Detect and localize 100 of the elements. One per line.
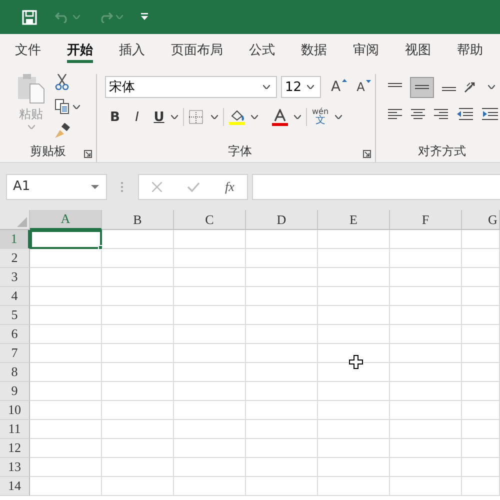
italic-button[interactable]: I xyxy=(127,110,147,124)
row-header[interactable]: 6 xyxy=(0,325,30,344)
column-header[interactable]: E xyxy=(318,210,390,230)
grid-cell[interactable] xyxy=(174,439,246,458)
grid-cell[interactable] xyxy=(246,230,318,249)
customize-icon[interactable] xyxy=(141,13,148,21)
fill-color-icon[interactable] xyxy=(229,109,245,125)
grid-cell[interactable] xyxy=(318,230,390,249)
grid-cell[interactable] xyxy=(174,249,246,268)
grid-cell[interactable] xyxy=(30,458,102,477)
grid-cell[interactable] xyxy=(462,287,500,306)
grid-cell[interactable] xyxy=(174,268,246,287)
grid-cell[interactable] xyxy=(462,401,500,420)
grid-cell[interactable] xyxy=(462,439,500,458)
name-box[interactable]: A1 xyxy=(6,174,107,200)
grid-cell[interactable] xyxy=(30,268,102,287)
grid-cell[interactable] xyxy=(462,363,500,382)
grid-cell[interactable] xyxy=(102,249,174,268)
grid-cell[interactable] xyxy=(246,268,318,287)
align-left-icon[interactable] xyxy=(388,108,402,120)
middle-align-button[interactable] xyxy=(410,76,434,98)
cancel-icon[interactable] xyxy=(152,182,162,192)
row-header[interactable]: 9 xyxy=(0,382,30,401)
grid-cell[interactable] xyxy=(390,287,462,306)
grid-cell[interactable] xyxy=(102,230,174,249)
grid-cell[interactable] xyxy=(246,287,318,306)
grid-cell[interactable] xyxy=(318,306,390,325)
grid-cell[interactable] xyxy=(246,439,318,458)
grid-cell[interactable] xyxy=(174,477,246,496)
ribbon-tab[interactable]: 数据 xyxy=(301,34,339,66)
row-header[interactable]: 12 xyxy=(0,439,30,458)
grid-cell[interactable] xyxy=(102,420,174,439)
grid-cell[interactable] xyxy=(30,344,102,363)
grid-cell[interactable] xyxy=(246,458,318,477)
grid-cell[interactable] xyxy=(390,439,462,458)
align-right-icon[interactable] xyxy=(434,108,448,120)
grid-cell[interactable] xyxy=(462,420,500,439)
column-header[interactable]: B xyxy=(102,210,174,230)
row-header[interactable]: 4 xyxy=(0,287,30,306)
column-header[interactable]: F xyxy=(390,210,462,230)
grid-cell[interactable] xyxy=(246,477,318,496)
borders-icon[interactable] xyxy=(189,110,203,124)
ribbon-tab[interactable]: 开始 xyxy=(67,34,105,66)
ribbon-tab[interactable]: 审阅 xyxy=(353,34,391,66)
grid-cell[interactable] xyxy=(30,249,102,268)
font-name-dropdown[interactable]: 宋体 xyxy=(105,76,277,98)
column-header[interactable]: D xyxy=(246,210,318,230)
grid-cell[interactable] xyxy=(174,306,246,325)
dialog-launcher-icon[interactable] xyxy=(84,150,92,158)
grid-cell[interactable] xyxy=(390,249,462,268)
grid-cell[interactable] xyxy=(390,344,462,363)
row-header[interactable]: 14 xyxy=(0,477,30,496)
grid-cell[interactable] xyxy=(462,458,500,477)
grid-cell[interactable] xyxy=(318,268,390,287)
grid-cell[interactable] xyxy=(246,401,318,420)
ribbon-tab[interactable]: 帮助 xyxy=(457,34,495,66)
format-painter-icon[interactable] xyxy=(55,123,70,138)
grid-cell[interactable] xyxy=(102,287,174,306)
grid-cell[interactable] xyxy=(318,382,390,401)
decrease-indent-icon[interactable] xyxy=(457,108,473,120)
row-header[interactable]: 8 xyxy=(0,363,30,382)
grid-cell[interactable] xyxy=(30,439,102,458)
font-color-icon[interactable] xyxy=(272,108,288,126)
grid-cell[interactable] xyxy=(102,382,174,401)
grid-cell[interactable] xyxy=(462,477,500,496)
grid-cell[interactable] xyxy=(174,287,246,306)
align-center-icon[interactable] xyxy=(411,108,425,120)
grid-cell[interactable] xyxy=(102,325,174,344)
grid-cell[interactable] xyxy=(246,249,318,268)
grid-cell[interactable] xyxy=(30,306,102,325)
grid-cell[interactable] xyxy=(318,420,390,439)
ribbon-tab[interactable]: 视图 xyxy=(405,34,443,66)
grid-cell[interactable] xyxy=(30,420,102,439)
grid-cell[interactable] xyxy=(390,268,462,287)
row-header[interactable]: 13 xyxy=(0,458,30,477)
bold-button[interactable]: B xyxy=(105,110,125,124)
grid-cell[interactable] xyxy=(390,382,462,401)
grid-cell[interactable] xyxy=(390,230,462,249)
grid-cell[interactable] xyxy=(174,458,246,477)
grid-cell[interactable] xyxy=(318,458,390,477)
grid-cell[interactable] xyxy=(174,230,246,249)
formula-input[interactable] xyxy=(252,174,500,200)
column-header[interactable]: A xyxy=(30,210,102,230)
grid-cell[interactable] xyxy=(246,344,318,363)
grid-cell[interactable] xyxy=(462,344,500,363)
row-header[interactable]: 5 xyxy=(0,306,30,325)
grid-cell[interactable] xyxy=(30,401,102,420)
grid-cell[interactable] xyxy=(318,249,390,268)
grid-cell[interactable] xyxy=(390,401,462,420)
grid-cell[interactable] xyxy=(30,363,102,382)
grid-cell[interactable] xyxy=(246,306,318,325)
grid-cell[interactable] xyxy=(462,230,500,249)
ribbon-tab[interactable]: 页面布局 xyxy=(171,34,235,66)
check-icon[interactable] xyxy=(186,182,200,192)
grid-cell[interactable] xyxy=(30,325,102,344)
grid-cell[interactable] xyxy=(318,287,390,306)
grid-cell[interactable] xyxy=(174,420,246,439)
decrease-font-size-button[interactable]: A xyxy=(356,80,365,94)
scissors-icon[interactable] xyxy=(55,74,69,90)
ribbon-tab[interactable]: 文件 xyxy=(15,34,53,66)
